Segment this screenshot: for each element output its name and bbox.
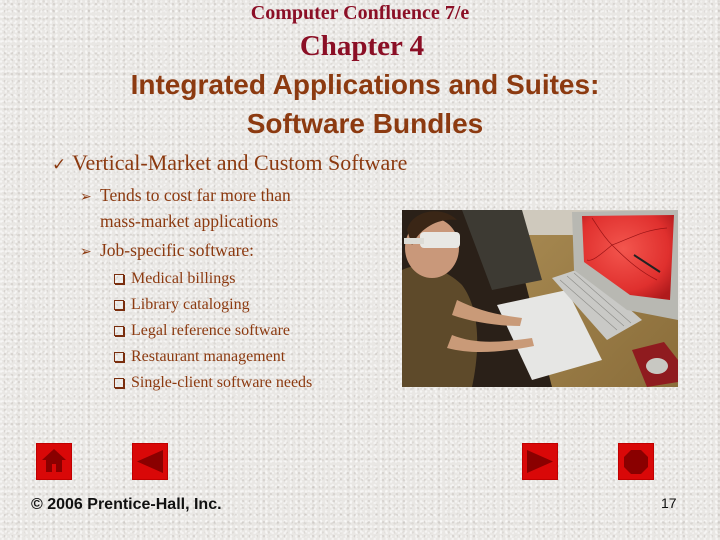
slide-title: Integrated Applications and Suites: Soft… (0, 65, 720, 143)
octagon-stop-icon (624, 450, 648, 474)
square-bullet-icon (114, 326, 124, 336)
home-icon (42, 449, 66, 472)
square-bullet-icon (114, 352, 124, 362)
square-bullet-icon (114, 274, 124, 284)
home-button[interactable] (36, 443, 72, 480)
arrowhead-icon: ➢ (80, 189, 92, 205)
list-item: Medical billings (114, 266, 312, 292)
sub-bullet: ➢ Tends to cost far more than mass-market… (80, 183, 291, 233)
slide-photo (402, 210, 678, 387)
check-mark-icon: ✓ (52, 155, 67, 175)
end-show-button[interactable] (618, 443, 654, 480)
sub-bullet-text-continued: mass-market applications (100, 211, 279, 231)
example-list: Medical billings Library cataloging Lega… (114, 266, 312, 396)
slide-title-line2: Software Bundles (246, 108, 484, 139)
chapter-title: Chapter 4 (299, 30, 425, 62)
course-title: Computer Confluence 7/e (250, 2, 470, 24)
sub-bullet-text: Tends to cost far more than (100, 185, 291, 205)
photo-illustration (402, 210, 678, 387)
list-item: Library cataloging (114, 292, 312, 318)
square-bullet-icon (114, 300, 124, 310)
sub-bullet: ➢ Job-specific software: (80, 238, 254, 264)
page-number: 17 (661, 495, 677, 511)
triangle-right-icon (527, 450, 553, 473)
main-bullet-text: Vertical-Market and Custom Software (72, 150, 408, 175)
list-item: Legal reference software (114, 318, 312, 344)
back-button[interactable] (132, 443, 168, 480)
triangle-left-icon (137, 450, 163, 473)
slide-title-line1: Integrated Applications and Suites: (130, 69, 600, 100)
list-item: Single-client software needs (114, 370, 312, 396)
list-item: Restaurant management (114, 344, 312, 370)
arrowhead-icon: ➢ (80, 244, 92, 260)
square-bullet-icon (114, 378, 124, 388)
sub-bullet-text: Job-specific software: (100, 240, 255, 260)
main-bullet: ✓ Vertical-Market and Custom Software (52, 149, 407, 179)
copyright-text: © 2006 Prentice-Hall, Inc. (31, 496, 222, 513)
forward-button[interactable] (522, 443, 558, 480)
